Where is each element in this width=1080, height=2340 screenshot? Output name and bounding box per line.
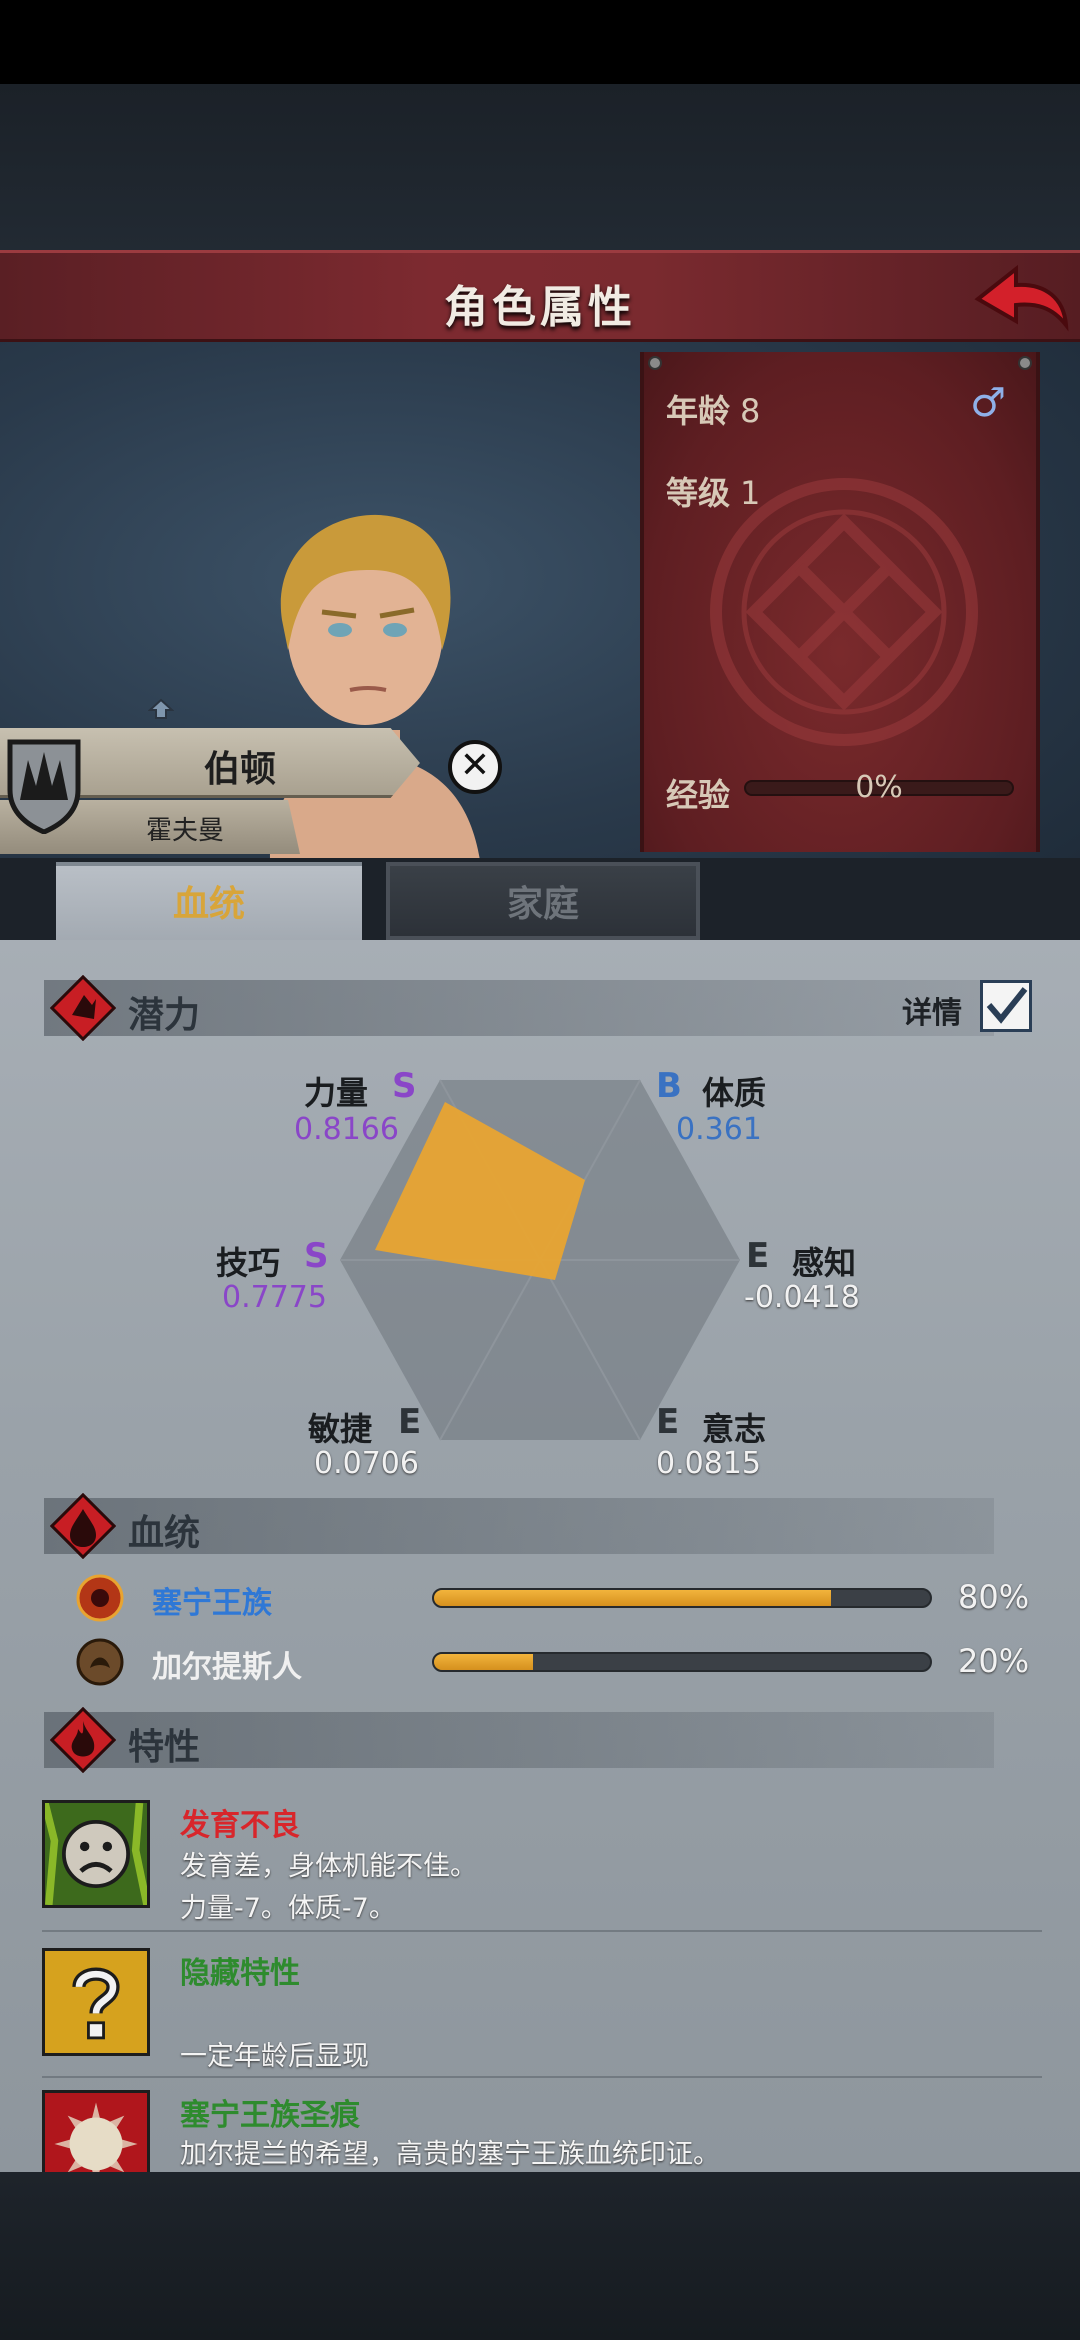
galtis-emblem-icon [76, 1638, 124, 1686]
trait-name: 塞宁王族圣痕 [180, 2098, 360, 2133]
bloodline-title: 血统 [128, 1513, 201, 1554]
male-icon: ♂ [970, 380, 1006, 426]
trait-item[interactable]: 隐藏特性 一定年龄后显现 [42, 1948, 1042, 2072]
level-value: 1 [740, 474, 761, 512]
stat-perception-value: -0.0418 [744, 1280, 860, 1315]
trait-effect: 力量-7。体质-7。 [180, 1893, 396, 1924]
age-label: 年龄 [666, 392, 731, 430]
trait-item[interactable]: 塞宁王族圣痕 加尔提兰的希望，高贵的塞宁王族血统印证。 [42, 2090, 1042, 2172]
top-backdrop [0, 84, 1080, 252]
age-row: 年龄 8 [666, 386, 760, 432]
divider [42, 2076, 1042, 2078]
level-label: 等级 [666, 474, 731, 512]
stat-will-name: 意志 [702, 1410, 767, 1448]
royal-stigmata-icon [42, 2090, 150, 2172]
status-bar-area [0, 0, 1080, 84]
bloodline-bar-fill [434, 1590, 831, 1606]
question-mark-icon [42, 1948, 150, 2056]
back-arrow-icon[interactable] [970, 259, 1070, 339]
house-shield-icon[interactable] [6, 738, 82, 834]
divider [42, 1930, 1042, 1932]
banner-pin [648, 356, 662, 370]
stat-strength-grade: S [392, 1066, 417, 1106]
sad-face-icon [42, 1800, 150, 1908]
bloodline-bar [432, 1588, 932, 1608]
trait-name: 发育不良 [180, 1808, 300, 1843]
potential-icon [50, 975, 116, 1041]
stat-constitution-name: 体质 [702, 1074, 767, 1112]
trait-description: 一定年龄后显现 [180, 2041, 369, 2072]
bloodline-bar [432, 1652, 932, 1672]
bloodline-bar-fill [434, 1654, 534, 1670]
remove-button[interactable]: ✕ [448, 740, 502, 794]
traits-title: 特性 [128, 1727, 201, 1768]
trait-item[interactable]: 发育不良 发育差，身体机能不佳。 力量-7。体质-7。 [42, 1800, 1042, 1924]
tab-bloodline[interactable]: 血统 [56, 862, 362, 940]
bloodline-row[interactable]: 加尔提斯人 20% [70, 1638, 1050, 1688]
trait-description: 发育差，身体机能不佳。 [180, 1851, 477, 1882]
character-last-name: 霍夫曼 [145, 816, 224, 846]
bloodline-name: 加尔提斯人 [152, 1650, 302, 1685]
bloodline-percent: 20% [958, 1642, 1030, 1680]
stat-skill-value: 0.7775 [222, 1280, 327, 1315]
stat-will-grade: E [656, 1402, 680, 1442]
stat-agility-value: 0.0706 [314, 1446, 419, 1481]
stat-strength-value: 0.8166 [294, 1112, 399, 1147]
flame-icon [50, 1707, 116, 1773]
celtic-knot-emblem [710, 478, 978, 746]
potential-title: 潜力 [128, 995, 201, 1036]
stat-constitution-grade: B [656, 1066, 682, 1106]
bloodline-name: 塞宁王族 [152, 1586, 272, 1621]
promote-icon[interactable] [148, 698, 174, 720]
blood-drop-icon [50, 1493, 116, 1559]
trait-description: 加尔提兰的希望，高贵的塞宁王族血统印证。 [180, 2139, 720, 2170]
detail-label: 详情 [902, 996, 962, 1031]
info-banner: 年龄 8 ♂ 等级 1 经验 0% [640, 352, 1040, 852]
stat-skill-grade: S [304, 1236, 329, 1276]
stat-skill-name: 技巧 [216, 1244, 281, 1282]
exp-label: 经验 [666, 776, 731, 814]
stat-perception-name: 感知 [792, 1244, 857, 1282]
level-row: 等级 1 [666, 468, 760, 514]
bloodline-percent: 80% [958, 1578, 1030, 1616]
stat-perception-grade: E [746, 1236, 770, 1276]
stat-agility-grade: E [398, 1402, 422, 1442]
stat-strength-name: 力量 [304, 1074, 369, 1112]
banner-pin [1018, 356, 1032, 370]
detail-checkbox[interactable] [980, 980, 1032, 1032]
sening-royal-emblem-icon [76, 1574, 124, 1622]
stat-agility-name: 敏捷 [308, 1410, 373, 1448]
bottom-backdrop [0, 2172, 1080, 2340]
exp-percent: 0% [855, 770, 903, 805]
title-bar: 角色属性 [0, 250, 1080, 342]
stat-constitution-value: 0.361 [676, 1112, 762, 1147]
bloodline-row[interactable]: 塞宁王族 80% [70, 1574, 1050, 1624]
check-icon [986, 987, 1028, 1024]
age-value: 8 [740, 392, 761, 430]
tab-family[interactable]: 家庭 [386, 862, 700, 940]
stat-will-value: 0.0815 [656, 1446, 761, 1481]
page-title: 角色属性 [444, 282, 636, 333]
trait-name: 隐藏特性 [180, 1956, 300, 1991]
